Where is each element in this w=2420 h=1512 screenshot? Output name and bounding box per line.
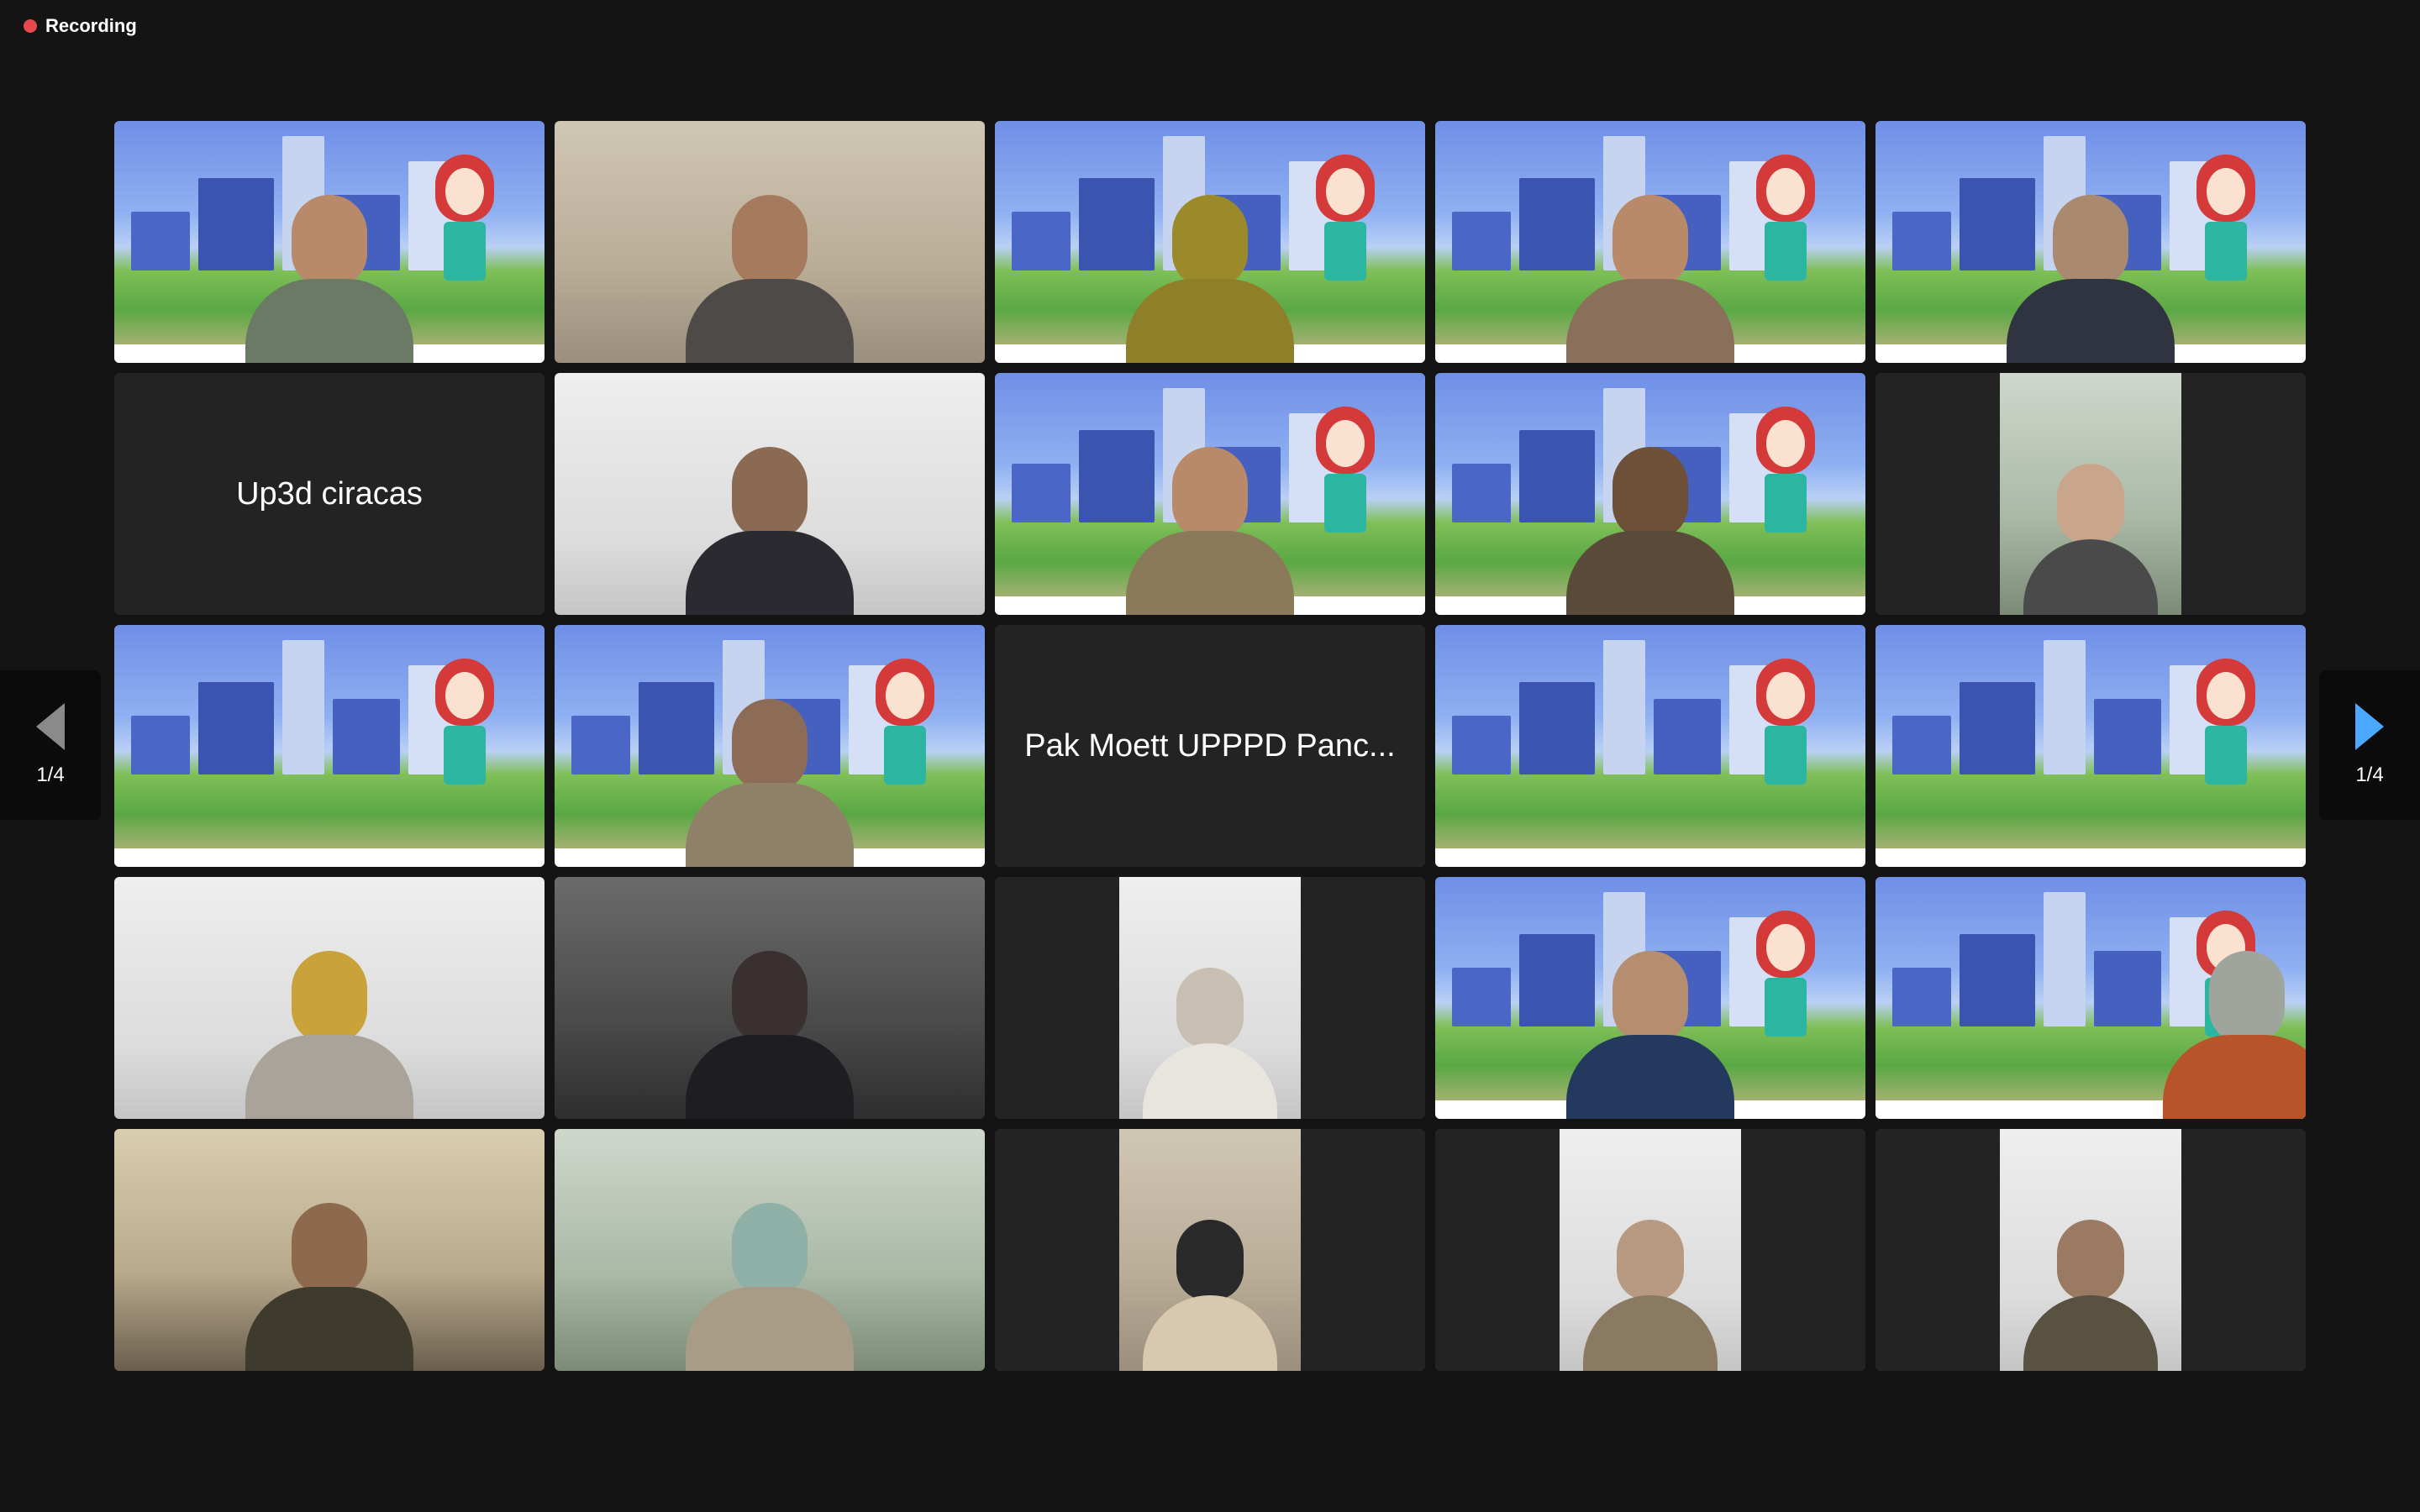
participant-tile-20[interactable]	[1876, 877, 2306, 1119]
participant-tile-19[interactable]	[1435, 877, 1865, 1119]
participant-video	[677, 430, 862, 615]
camera-feed	[2000, 373, 2181, 615]
camera-feed	[1119, 877, 1301, 1119]
camera-feed	[1119, 1129, 1301, 1371]
participant-video	[237, 1186, 422, 1371]
participant-tile-22[interactable]	[555, 1129, 985, 1371]
triangle-left-icon	[36, 703, 65, 750]
participant-video	[1558, 430, 1743, 615]
participant-tile-18[interactable]	[995, 877, 1425, 1119]
participant-name: Pak Moett UPPPD Panc...	[1024, 727, 1396, 764]
participant-video	[1558, 178, 1743, 363]
participant-video	[677, 934, 862, 1119]
participant-video	[1583, 1203, 1718, 1371]
participant-video	[1118, 430, 1302, 615]
participant-video	[237, 178, 422, 363]
participant-tile-1[interactable]	[114, 121, 544, 363]
participant-tile-4[interactable]	[1435, 121, 1865, 363]
participant-name: Up3d ciracas	[236, 475, 423, 512]
participant-tile-2[interactable]	[555, 121, 985, 363]
participant-video	[1118, 178, 1302, 363]
participant-tile-10[interactable]	[1876, 373, 2306, 615]
virtual-background	[1876, 625, 2306, 867]
participant-video	[237, 934, 422, 1119]
participant-tile-15[interactable]	[1876, 625, 2306, 867]
participant-video	[677, 178, 862, 363]
participant-video	[2154, 934, 2306, 1119]
participant-tile-14[interactable]	[1435, 625, 1865, 867]
camera-feed	[114, 1129, 544, 1371]
participant-tile-active-speaker[interactable]	[995, 121, 1425, 363]
camera-feed	[1560, 1129, 1741, 1371]
participant-video	[677, 1186, 862, 1371]
participant-video	[1998, 178, 2183, 363]
page-indicator-left: 1/4	[36, 764, 65, 786]
recording-label: Recording	[45, 15, 137, 36]
participant-video	[677, 682, 862, 867]
participant-video	[1143, 951, 1277, 1119]
participant-tile-12[interactable]	[555, 625, 985, 867]
participant-tile-7[interactable]	[555, 373, 985, 615]
participant-video	[1143, 1203, 1277, 1371]
recording-dot-icon	[24, 19, 37, 33]
page-indicator-right: 1/4	[2355, 764, 2384, 786]
previous-page-button[interactable]: 1/4	[0, 670, 101, 820]
gallery-grid: Up3d ciracas Pak Moett UPPPD Panc...	[114, 121, 2306, 1371]
participant-tile-5[interactable]	[1876, 121, 2306, 363]
participant-tile-21[interactable]	[114, 1129, 544, 1371]
camera-feed	[114, 877, 544, 1119]
triangle-right-icon	[2355, 703, 2384, 750]
participant-tile-11[interactable]	[114, 625, 544, 867]
recording-indicator[interactable]: Recording	[24, 15, 137, 37]
camera-feed	[555, 1129, 985, 1371]
participant-tile-24[interactable]	[1435, 1129, 1865, 1371]
camera-feed	[555, 877, 985, 1119]
camera-feed	[2000, 1129, 2181, 1371]
camera-feed	[555, 121, 985, 363]
participant-tile-6[interactable]: Up3d ciracas	[114, 373, 544, 615]
virtual-background	[114, 625, 544, 867]
participant-tile-16[interactable]	[114, 877, 544, 1119]
meeting-window: Recording 1/4 Up3d ciracas Pak Moett UPP…	[0, 0, 2420, 1512]
participant-tile-17[interactable]	[555, 877, 985, 1119]
camera-feed	[555, 373, 985, 615]
participant-tile-9[interactable]	[1435, 373, 1865, 615]
participant-tile-23[interactable]	[995, 1129, 1425, 1371]
participant-tile-25[interactable]	[1876, 1129, 2306, 1371]
participant-video	[2023, 447, 2158, 615]
participant-video	[1558, 934, 1743, 1119]
next-page-button[interactable]: 1/4	[2319, 670, 2420, 820]
participant-tile-13[interactable]: Pak Moett UPPPD Panc...	[995, 625, 1425, 867]
virtual-background	[1435, 625, 1865, 867]
participant-video	[2023, 1203, 2158, 1371]
participant-tile-8[interactable]	[995, 373, 1425, 615]
